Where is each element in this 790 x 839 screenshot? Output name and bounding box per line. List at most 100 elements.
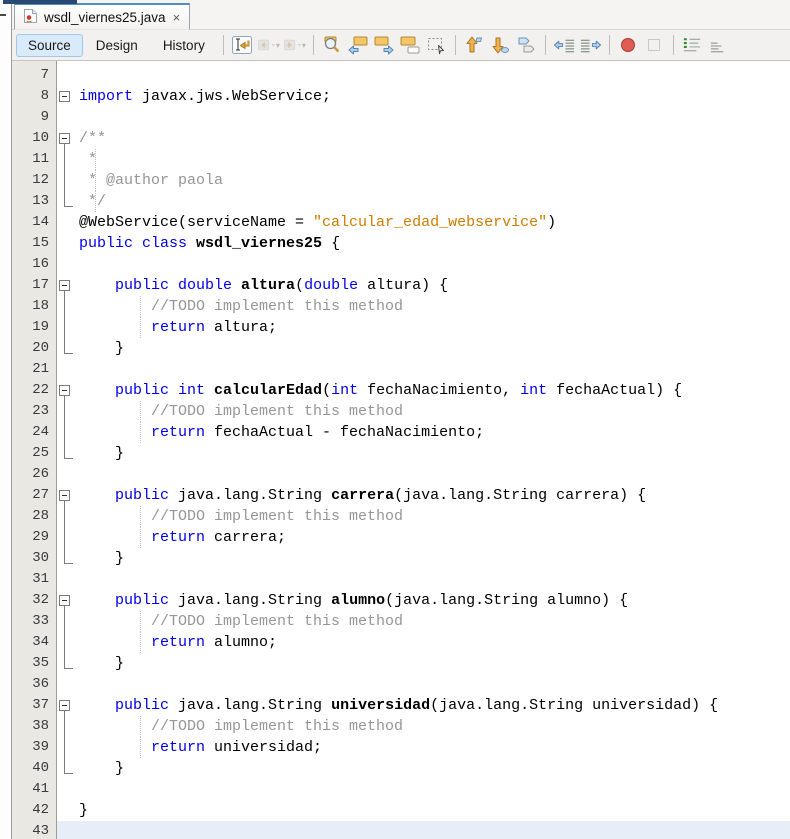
code-text[interactable]: } xyxy=(79,758,790,779)
line-number[interactable]: 35 xyxy=(12,653,57,674)
code-text[interactable]: } xyxy=(79,653,790,674)
code-text[interactable]: public class wsdl_viernes25 { xyxy=(79,233,790,254)
code-line[interactable]: 8 import javax.jws.WebService; xyxy=(12,86,790,107)
code-line[interactable]: 43 xyxy=(12,821,790,839)
code-line[interactable]: 14 @WebService(serviceName = "calcular_ed… xyxy=(12,212,790,233)
line-number[interactable]: 17 xyxy=(12,275,57,296)
code-text[interactable]: } xyxy=(79,338,790,359)
splitter-handle[interactable] xyxy=(0,14,6,16)
view-button-design[interactable]: Design xyxy=(84,34,150,57)
rect-selection-icon[interactable] xyxy=(424,34,449,57)
code-line[interactable]: 38 //TODO implement this method xyxy=(12,716,790,737)
code-text[interactable] xyxy=(79,674,790,695)
fold-collapse-icon[interactable] xyxy=(59,91,70,102)
line-number[interactable]: 31 xyxy=(12,569,57,590)
tab-wsdl-viernes25-java[interactable]: wsdl_viernes25.java × xyxy=(14,3,191,30)
line-number[interactable]: 14 xyxy=(12,212,57,233)
code-text[interactable]: //TODO implement this method xyxy=(79,506,790,527)
line-number[interactable]: 8 xyxy=(12,86,57,107)
line-number[interactable]: 40 xyxy=(12,758,57,779)
code-text[interactable]: public java.lang.String carrera(java.lan… xyxy=(79,485,790,506)
code-text[interactable] xyxy=(79,107,790,128)
code-line[interactable]: 11 * xyxy=(12,149,790,170)
shift-left-icon[interactable] xyxy=(552,34,577,57)
code-line[interactable]: 27 public java.lang.String carrera(java.… xyxy=(12,485,790,506)
code-line[interactable]: 9 xyxy=(12,107,790,128)
comment-icon[interactable] xyxy=(680,34,705,57)
line-number[interactable]: 12 xyxy=(12,170,57,191)
next-bookmark-icon[interactable] xyxy=(488,34,513,57)
code-text[interactable]: @WebService(serviceName = "calcular_edad… xyxy=(79,212,790,233)
line-number[interactable]: 39 xyxy=(12,737,57,758)
code-text[interactable]: //TODO implement this method xyxy=(79,296,790,317)
code-line[interactable]: 26 xyxy=(12,464,790,485)
code-line[interactable]: 17 public double altura(double altura) { xyxy=(12,275,790,296)
code-line[interactable]: 33 //TODO implement this method xyxy=(12,611,790,632)
code-line[interactable]: 30 } xyxy=(12,548,790,569)
fold-collapse-icon[interactable] xyxy=(59,385,70,396)
code-line[interactable]: 16 xyxy=(12,254,790,275)
code-line[interactable]: 39 return universidad; xyxy=(12,737,790,758)
toggle-bookmark-icon[interactable] xyxy=(514,34,539,57)
fold-collapse-icon[interactable] xyxy=(59,133,70,144)
previous-bookmark-icon[interactable] xyxy=(462,34,487,57)
code-text[interactable]: * @author paola xyxy=(79,170,790,191)
code-text[interactable]: return alumno; xyxy=(79,632,790,653)
code-text[interactable]: return carrera; xyxy=(79,527,790,548)
find-selection-icon[interactable] xyxy=(320,34,345,57)
line-number[interactable]: 23 xyxy=(12,401,57,422)
line-number[interactable]: 32 xyxy=(12,590,57,611)
toggle-highlight-icon[interactable] xyxy=(398,34,423,57)
code-line[interactable]: 41 xyxy=(12,779,790,800)
code-line[interactable]: 19 return altura; xyxy=(12,317,790,338)
line-number[interactable]: 19 xyxy=(12,317,57,338)
code-line[interactable]: 18 //TODO implement this method xyxy=(12,296,790,317)
code-text[interactable]: return universidad; xyxy=(79,737,790,758)
line-number[interactable]: 15 xyxy=(12,233,57,254)
code-text[interactable]: */ xyxy=(79,191,790,212)
line-number[interactable]: 37 xyxy=(12,695,57,716)
line-number[interactable]: 30 xyxy=(12,548,57,569)
line-number[interactable]: 28 xyxy=(12,506,57,527)
line-number[interactable]: 10 xyxy=(12,128,57,149)
code-text[interactable]: public java.lang.String alumno(java.lang… xyxy=(79,590,790,611)
view-button-history[interactable]: History xyxy=(151,34,217,57)
line-number[interactable]: 18 xyxy=(12,296,57,317)
line-number[interactable]: 41 xyxy=(12,779,57,800)
code-line[interactable]: 31 xyxy=(12,569,790,590)
line-number[interactable]: 43 xyxy=(12,821,57,839)
line-number[interactable]: 29 xyxy=(12,527,57,548)
fold-collapse-icon[interactable] xyxy=(59,490,70,501)
code-line[interactable]: 36 xyxy=(12,674,790,695)
code-line[interactable]: 24 return fechaActual - fechaNacimiento; xyxy=(12,422,790,443)
code-text[interactable]: } xyxy=(79,800,790,821)
line-number[interactable]: 27 xyxy=(12,485,57,506)
fold-collapse-icon[interactable] xyxy=(59,595,70,606)
line-number[interactable]: 34 xyxy=(12,632,57,653)
code-line[interactable]: 20 } xyxy=(12,338,790,359)
line-number[interactable]: 11 xyxy=(12,149,57,170)
code-line[interactable]: 37 public java.lang.String universidad(j… xyxy=(12,695,790,716)
code-line[interactable]: 42} xyxy=(12,800,790,821)
code-text[interactable]: return fechaActual - fechaNacimiento; xyxy=(79,422,790,443)
line-number[interactable]: 21 xyxy=(12,359,57,380)
code-line[interactable]: 13 */ xyxy=(12,191,790,212)
code-line[interactable]: 40 } xyxy=(12,758,790,779)
fold-collapse-icon[interactable] xyxy=(59,700,70,711)
code-text[interactable]: public double altura(double altura) { xyxy=(79,275,790,296)
code-line[interactable]: 7 xyxy=(12,65,790,86)
find-next-icon[interactable] xyxy=(372,34,397,57)
code-text[interactable]: return altura; xyxy=(79,317,790,338)
code-line[interactable]: 12 * @author paola xyxy=(12,170,790,191)
code-text[interactable] xyxy=(79,464,790,485)
line-number[interactable]: 42 xyxy=(12,800,57,821)
code-text[interactable]: * xyxy=(79,149,790,170)
code-line[interactable]: 35 } xyxy=(12,653,790,674)
code-text[interactable] xyxy=(79,359,790,380)
code-line[interactable]: 10 /** xyxy=(12,128,790,149)
code-line[interactable]: 32 public java.lang.String alumno(java.l… xyxy=(12,590,790,611)
code-text[interactable]: //TODO implement this method xyxy=(79,611,790,632)
line-number[interactable]: 25 xyxy=(12,443,57,464)
code-text[interactable] xyxy=(79,254,790,275)
line-number[interactable]: 7 xyxy=(12,65,57,86)
